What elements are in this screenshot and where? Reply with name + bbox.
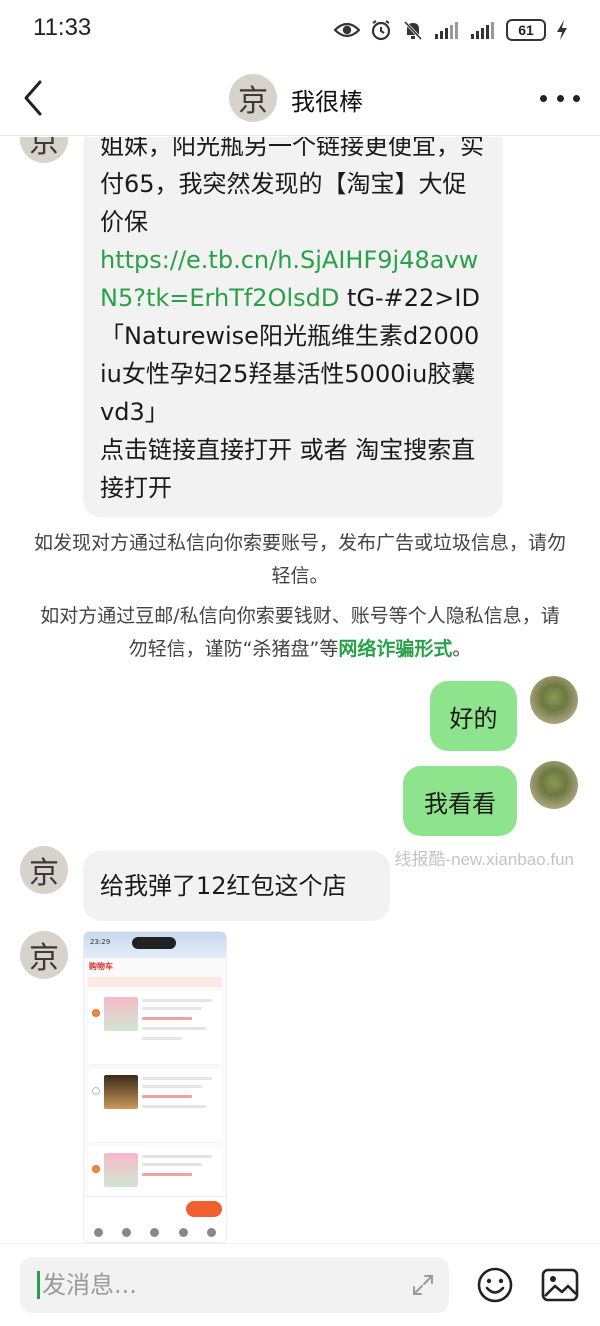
message-product: 「Naturewise阳光瓶维生素d2000iu女性孕妇25羟基活性5000iu… bbox=[100, 322, 480, 426]
fraud-notice-end: 。 bbox=[452, 638, 472, 660]
message-text: 给我弹了12红包这个店 bbox=[100, 872, 347, 900]
message-action: 点击链接直接打开 或者 淘宝搜索直接打开 bbox=[100, 436, 476, 502]
contact-name[interactable]: 我很棒 bbox=[291, 82, 363, 117]
status-icons: 61 bbox=[334, 16, 568, 44]
self-avatar[interactable] bbox=[530, 761, 578, 809]
sender-avatar[interactable]: 京 bbox=[20, 137, 68, 163]
watermark: 线报酷-new.xianbao.fun bbox=[394, 850, 574, 869]
image-message[interactable]: 23:29 购物车 bbox=[83, 931, 227, 1243]
status-bar: 11:33 61 bbox=[0, 0, 600, 62]
message-bubble[interactable]: 给我弹了12红包这个店 bbox=[83, 851, 390, 921]
more-dots-icon bbox=[540, 94, 547, 102]
screenshot-cart-item bbox=[88, 991, 222, 1065]
message-bubble[interactable]: 姐妹，阳光瓶另一个链接更便宜，实付65，我突然发现的【淘宝】大促价保 https… bbox=[83, 137, 503, 517]
message-input-box[interactable] bbox=[20, 1257, 449, 1313]
sent-message-bubble[interactable]: 我看看 bbox=[403, 766, 517, 836]
safety-notice: 如发现对方通过私信向你索要账号，发布广告或垃圾信息，请勿轻信。 bbox=[33, 532, 566, 587]
expand-icon[interactable] bbox=[411, 1273, 435, 1297]
back-arrow-icon bbox=[24, 80, 42, 116]
image-icon[interactable] bbox=[540, 1266, 580, 1304]
fraud-notice: 如对方通过豆邮/私信向你索要钱财、账号等个人隐私信息，请勿轻信，谨防“杀猪盘”等… bbox=[32, 600, 568, 666]
eye-icon bbox=[334, 22, 360, 38]
message-list[interactable]: 京 姐妹，阳光瓶另一个链接更便宜，实付65，我突然发现的【淘宝】大促价保 htt… bbox=[0, 137, 600, 1243]
screenshot-cart-item bbox=[88, 1069, 222, 1143]
battery-indicator: 61 bbox=[506, 19, 546, 41]
message-text: 姐妹，阳光瓶另一个链接更便宜，实付65，我突然发现的【淘宝】大促价保 bbox=[100, 137, 484, 236]
text-caret bbox=[37, 1271, 40, 1299]
back-button[interactable] bbox=[18, 78, 50, 118]
charging-icon bbox=[557, 20, 567, 40]
mute-bell-icon bbox=[403, 20, 423, 41]
input-bar bbox=[0, 1243, 600, 1326]
sent-message-bubble[interactable]: 好的 bbox=[430, 681, 517, 751]
fraud-notice-link[interactable]: 网络诈骗形式 bbox=[338, 638, 452, 660]
fraud-notice-text: 如对方通过豆邮/私信向你索要钱财、账号等个人隐私信息，请勿轻信，谨防“杀猪盘”等 bbox=[40, 605, 560, 660]
emoji-icon[interactable] bbox=[476, 1266, 514, 1304]
status-time: 11:33 bbox=[33, 14, 92, 41]
signal-icon bbox=[435, 22, 458, 39]
contact-avatar[interactable]: 京 bbox=[229, 74, 277, 122]
screenshot-title: 购物车 bbox=[89, 962, 113, 971]
self-avatar[interactable] bbox=[530, 676, 578, 724]
message-text: 好的 bbox=[449, 704, 498, 733]
more-button[interactable] bbox=[540, 86, 580, 110]
message-input[interactable] bbox=[42, 1257, 402, 1313]
alarm-icon bbox=[371, 20, 391, 41]
sender-avatar[interactable]: 京 bbox=[20, 931, 68, 979]
sender-avatar[interactable]: 京 bbox=[20, 846, 68, 894]
message-code: tG-#22>ID bbox=[339, 284, 480, 312]
signal-icon bbox=[471, 22, 494, 39]
screenshot-time: 23:29 bbox=[90, 938, 111, 946]
chat-header: 京 我很棒 bbox=[0, 62, 600, 136]
message-text: 我看看 bbox=[424, 789, 496, 818]
